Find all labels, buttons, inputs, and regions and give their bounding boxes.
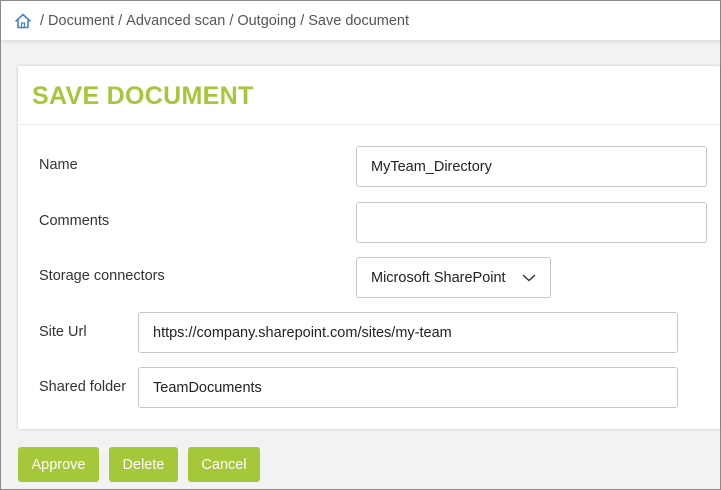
name-field[interactable]: MyTeam_Directory — [356, 146, 707, 187]
storage-connectors-value: Microsoft SharePoint — [371, 269, 506, 286]
page-title: SAVE DOCUMENT — [32, 81, 254, 110]
breadcrumb-separator: / — [40, 12, 45, 29]
site-url-label: Site Url — [39, 324, 87, 340]
comments-field[interactable] — [356, 202, 707, 243]
breadcrumb-separator: / — [118, 12, 123, 29]
site-url-field[interactable]: https://company.sharepoint.com/sites/my-… — [138, 312, 678, 353]
save-document-card: SAVE DOCUMENT Name MyTeam_Directory Comm… — [18, 66, 720, 429]
breadcrumb-item-save-document: Save document — [308, 12, 409, 29]
storage-connectors-select[interactable]: Microsoft SharePoint — [356, 257, 551, 298]
storage-connectors-label: Storage connectors — [39, 268, 165, 284]
breadcrumb-separator: / — [300, 12, 305, 29]
home-icon[interactable] — [14, 13, 32, 29]
breadcrumb-item-outgoing[interactable]: Outgoing — [237, 13, 296, 29]
breadcrumb-item-document[interactable]: Document — [48, 13, 114, 29]
name-label: Name — [39, 157, 78, 173]
comments-label: Comments — [39, 213, 110, 229]
breadcrumb-separator: / — [229, 12, 234, 29]
card-header: SAVE DOCUMENT — [18, 66, 720, 125]
shared-folder-field[interactable]: TeamDocuments — [138, 367, 678, 408]
breadcrumb: / Document / Advanced scan / Outgoing / … — [1, 1, 720, 41]
breadcrumb-item-advanced-scan[interactable]: Advanced scan — [126, 13, 225, 29]
approve-button[interactable]: Approve — [18, 447, 99, 482]
cancel-button[interactable]: Cancel — [188, 447, 260, 482]
delete-button[interactable]: Delete — [109, 447, 178, 482]
shared-folder-label: Shared folder — [39, 379, 127, 395]
chevron-down-icon — [522, 273, 536, 283]
